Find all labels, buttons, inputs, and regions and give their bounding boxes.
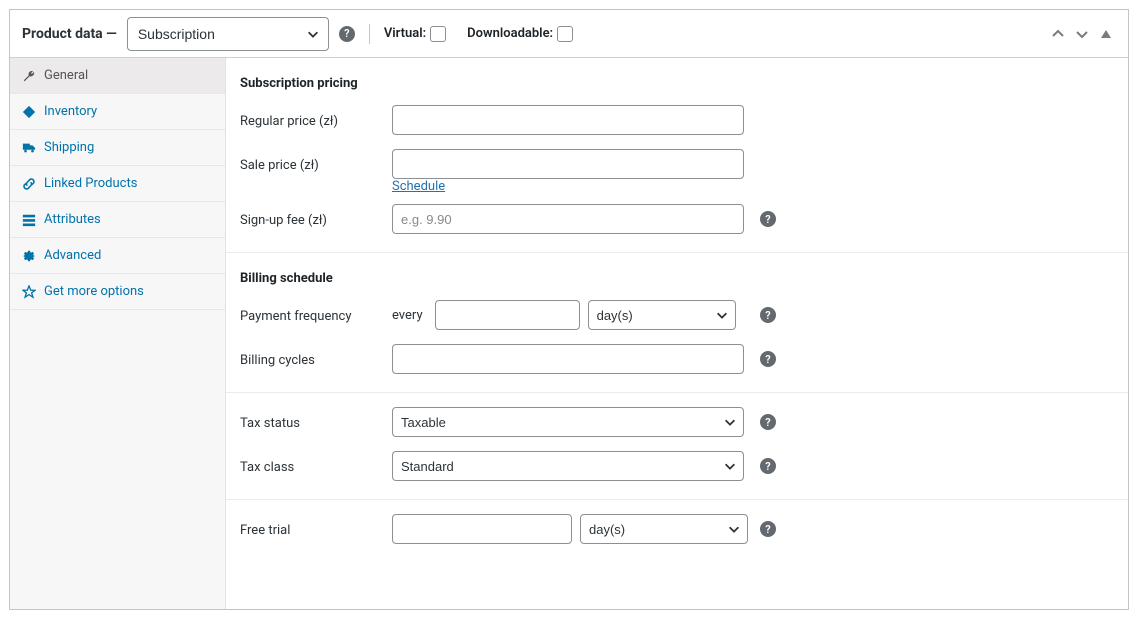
star-icon (22, 285, 36, 299)
virtual-label: Virtual: (384, 26, 426, 41)
move-up-button[interactable] (1046, 22, 1070, 46)
sale-price-input[interactable] (392, 149, 744, 179)
field-label: Billing cycles (240, 351, 392, 368)
section-tax: Tax status Taxable ? (226, 393, 1128, 500)
side-tabs: General Inventory Shipping Linked Produc… (10, 58, 226, 609)
field-label: Regular price (zł) (240, 112, 392, 129)
link-icon (22, 177, 36, 191)
toggle-panel-button[interactable] (1094, 22, 1118, 46)
schedule-link-row: Schedule (392, 179, 1114, 194)
signup-fee-input[interactable] (392, 204, 744, 234)
field-billing-cycles: Billing cycles ? (240, 344, 1114, 374)
downloadable-toggle: Downloadable: (467, 23, 576, 45)
field-label: Payment frequency (240, 307, 392, 324)
downloadable-checkbox[interactable] (557, 26, 573, 42)
schedule-link[interactable]: Schedule (392, 179, 445, 194)
field-tax-status: Tax status Taxable ? (240, 407, 1114, 437)
downloadable-label: Downloadable: (467, 26, 553, 41)
tab-advanced[interactable]: Advanced (10, 238, 225, 274)
tab-label: Advanced (44, 248, 101, 263)
field-regular-price: Regular price (zł) (240, 105, 1114, 135)
payment-frequency-input[interactable] (435, 300, 580, 330)
free-trial-input[interactable] (392, 514, 572, 544)
field-signup-fee: Sign-up fee (zł) ? (240, 204, 1114, 234)
tab-shipping[interactable]: Shipping (10, 130, 225, 166)
tab-inventory[interactable]: Inventory (10, 94, 225, 130)
tab-label: Inventory (44, 104, 97, 119)
field-label: Sign-up fee (zł) (240, 211, 392, 228)
diamond-icon (22, 105, 36, 119)
field-label: Sale price (zł) (240, 156, 392, 173)
panel-title: Product data — (22, 26, 117, 42)
regular-price-input[interactable] (392, 105, 744, 135)
payment-frequency-unit-wrap: day(s) (588, 300, 736, 330)
tax-class-select-wrap: Standard (392, 451, 744, 481)
field-label: Free trial (240, 521, 392, 538)
field-label: Tax status (240, 414, 392, 431)
section-free-trial: Free trial day(s) ? (226, 500, 1128, 562)
help-icon[interactable]: ? (760, 521, 776, 537)
tab-get-more-options[interactable]: Get more options (10, 274, 225, 310)
virtual-checkbox[interactable] (430, 26, 446, 42)
tab-label: General (44, 68, 88, 83)
separator (369, 24, 370, 44)
help-icon[interactable]: ? (760, 351, 776, 367)
tab-label: Get more options (44, 284, 144, 299)
tab-attributes[interactable]: Attributes (10, 202, 225, 238)
payment-frequency-unit-select[interactable]: day(s) (589, 301, 735, 329)
tab-label: Shipping (44, 140, 94, 155)
section-title: Billing schedule (240, 271, 1114, 286)
help-icon[interactable]: ? (760, 458, 776, 474)
field-label: Tax class (240, 458, 392, 475)
product-type-select[interactable]: Subscription (128, 18, 328, 50)
gear-icon (22, 249, 36, 263)
tab-label: Linked Products (44, 176, 137, 191)
move-down-button[interactable] (1070, 22, 1094, 46)
tab-general[interactable]: General (10, 58, 225, 94)
billing-cycles-input[interactable] (392, 344, 744, 374)
panel-body: General Inventory Shipping Linked Produc… (10, 58, 1128, 609)
help-icon[interactable]: ? (339, 26, 355, 42)
tab-linked-products[interactable]: Linked Products (10, 166, 225, 202)
tax-status-select-wrap: Taxable (392, 407, 744, 437)
tax-status-select[interactable]: Taxable (393, 408, 743, 436)
field-free-trial: Free trial day(s) ? (240, 514, 1114, 544)
help-icon[interactable]: ? (760, 307, 776, 323)
help-icon[interactable]: ? (760, 211, 776, 227)
product-type-select-wrap: Subscription (127, 17, 329, 51)
field-payment-frequency: Payment frequency every day(s) (240, 300, 1114, 330)
field-tax-class: Tax class Standard ? (240, 451, 1114, 481)
free-trial-unit-select[interactable]: day(s) (581, 515, 747, 543)
virtual-toggle: Virtual: (384, 23, 449, 45)
product-data-panel: Product data — Subscription ? Virtual: D… (9, 9, 1129, 610)
field-sale-price: Sale price (zł) (240, 149, 1114, 179)
section-title: Subscription pricing (240, 76, 1114, 91)
section-subscription-pricing: Subscription pricing Regular price (zł) … (226, 58, 1128, 253)
list-icon (22, 213, 36, 227)
wrench-icon (22, 69, 36, 83)
truck-icon (22, 141, 36, 155)
tab-content: Subscription pricing Regular price (zł) … (226, 58, 1128, 609)
free-trial-unit-wrap: day(s) (580, 514, 748, 544)
tab-label: Attributes (44, 212, 101, 227)
help-icon[interactable]: ? (760, 414, 776, 430)
every-text: every (392, 308, 423, 323)
tax-class-select[interactable]: Standard (393, 452, 743, 480)
panel-header: Product data — Subscription ? Virtual: D… (10, 10, 1128, 58)
section-billing-schedule: Billing schedule Payment frequency every… (226, 253, 1128, 393)
